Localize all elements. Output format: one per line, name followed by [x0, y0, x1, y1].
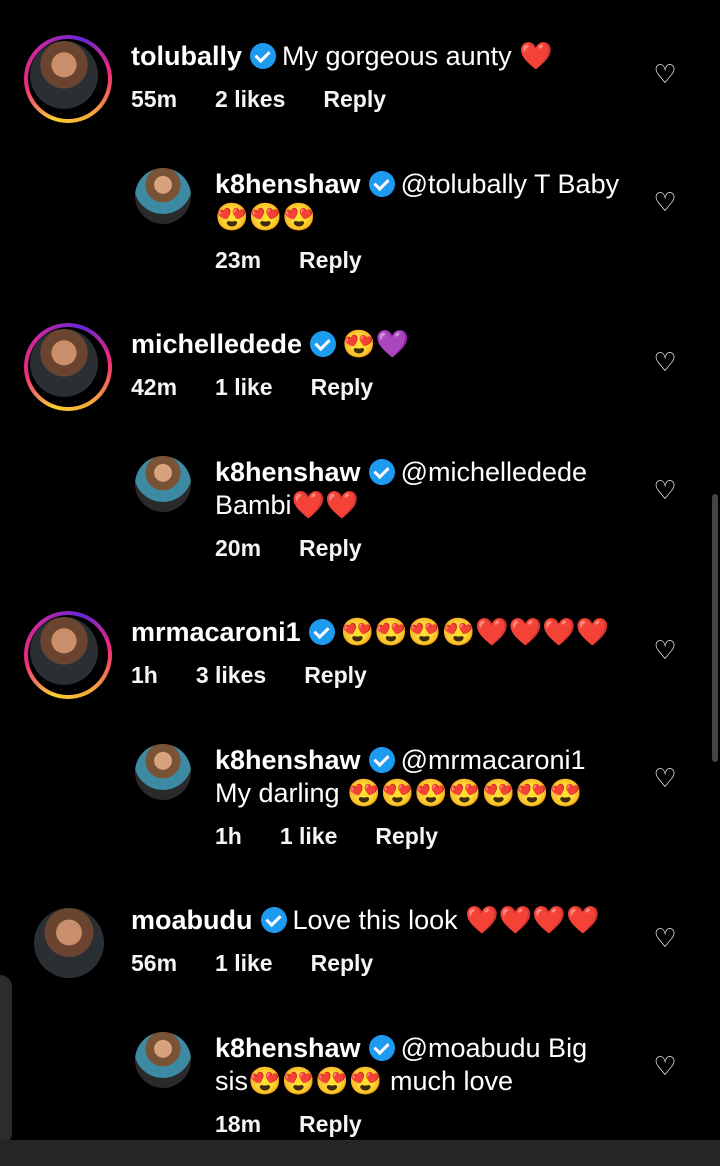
comment-meta: 1h 3 likes Reply [131, 662, 405, 689]
username[interactable]: moabudu [131, 905, 253, 935]
timestamp: 1h [131, 662, 158, 688]
timestamp: 1h [215, 823, 242, 849]
verified-badge-icon [250, 43, 277, 69]
comment-text-continued: sis😍😍😍😍 much love [215, 1066, 514, 1096]
side-panel-handle[interactable] [0, 975, 12, 1145]
username[interactable]: k8henshaw [215, 169, 361, 199]
story-ring[interactable] [24, 323, 112, 411]
avatar[interactable] [135, 744, 191, 800]
avatar[interactable] [135, 168, 191, 224]
heart-outline-icon[interactable]: ♡ [652, 637, 678, 663]
like-count[interactable]: 3 likes [196, 662, 266, 688]
username[interactable]: k8henshaw [215, 457, 361, 487]
comment-text: 😍😍😍😍❤️❤️❤️❤️ [340, 617, 610, 647]
reply-button[interactable]: Reply [299, 1111, 362, 1137]
reply-button[interactable]: Reply [311, 374, 374, 400]
reply-button[interactable]: Reply [299, 247, 362, 273]
timestamp: 42m [131, 374, 178, 400]
avatar[interactable] [34, 908, 104, 978]
comment-meta: 23m Reply [215, 247, 400, 274]
story-ring[interactable] [24, 35, 112, 123]
timestamp: 20m [215, 535, 262, 561]
reply-button[interactable]: Reply [323, 86, 386, 112]
like-count[interactable]: 1 like [215, 374, 273, 400]
verified-badge-icon [368, 459, 395, 485]
comment-meta: 55m 2 likes Reply [131, 86, 424, 113]
heart-outline-icon[interactable]: ♡ [652, 61, 678, 87]
comment-text-continued: 😍😍😍 [215, 202, 316, 232]
timestamp: 18m [215, 1111, 262, 1137]
scrollbar[interactable] [712, 494, 718, 762]
avatar [30, 617, 98, 685]
comment-meta: 18m Reply [215, 1111, 400, 1138]
reply-button[interactable]: Reply [311, 950, 374, 976]
comment-meta: 1h 1 like Reply [215, 823, 476, 850]
timestamp: 55m [131, 86, 178, 112]
username[interactable]: mrmacaroni1 [131, 617, 301, 647]
username[interactable]: k8henshaw [215, 745, 361, 775]
verified-badge-icon [368, 1035, 395, 1061]
comment-text-continued: Bambi❤️❤️ [215, 490, 359, 520]
reply-button[interactable]: Reply [299, 535, 362, 561]
heart-outline-icon[interactable]: ♡ [652, 189, 678, 215]
timestamp: 23m [215, 247, 262, 273]
comment-text: Love this look ❤️❤️❤️❤️ [292, 905, 600, 935]
avatar[interactable] [135, 1032, 191, 1088]
like-count[interactable]: 2 likes [215, 86, 285, 112]
comment-text: @mrmacaroni1 [400, 745, 586, 775]
reply-button[interactable]: Reply [304, 662, 367, 688]
heart-outline-icon[interactable]: ♡ [652, 765, 678, 791]
comment-text: @moabudu Big [400, 1033, 588, 1063]
bottom-bar [0, 1140, 720, 1166]
verified-badge-icon [310, 331, 337, 357]
like-count[interactable]: 1 like [215, 950, 273, 976]
comment-text: @michelledede [400, 457, 588, 487]
avatar [30, 329, 98, 397]
timestamp: 56m [131, 950, 178, 976]
comment-text-continued: My darling 😍😍😍😍😍😍😍 [215, 778, 583, 808]
comment-meta: 56m 1 like Reply [131, 950, 411, 977]
comment-text: 😍💜 [342, 329, 410, 359]
heart-outline-icon[interactable]: ♡ [652, 477, 678, 503]
avatar[interactable] [135, 456, 191, 512]
verified-badge-icon [260, 907, 287, 933]
heart-outline-icon[interactable]: ♡ [652, 1053, 678, 1079]
story-ring[interactable] [24, 611, 112, 699]
comment-meta: 20m Reply [215, 535, 400, 562]
like-count[interactable]: 1 like [280, 823, 338, 849]
verified-badge-icon [368, 171, 395, 197]
username[interactable]: michelledede [131, 329, 302, 359]
username[interactable]: k8henshaw [215, 1033, 361, 1063]
heart-outline-icon[interactable]: ♡ [652, 349, 678, 375]
verified-badge-icon [308, 619, 335, 645]
comment-text: @tolubally T Baby [400, 169, 620, 199]
comment-text: My gorgeous aunty ❤️ [282, 41, 553, 71]
avatar [30, 41, 98, 109]
comment-meta: 42m 1 like Reply [131, 374, 411, 401]
reply-button[interactable]: Reply [375, 823, 438, 849]
verified-badge-icon [368, 747, 395, 773]
username[interactable]: tolubally [131, 41, 242, 71]
heart-outline-icon[interactable]: ♡ [652, 925, 678, 951]
